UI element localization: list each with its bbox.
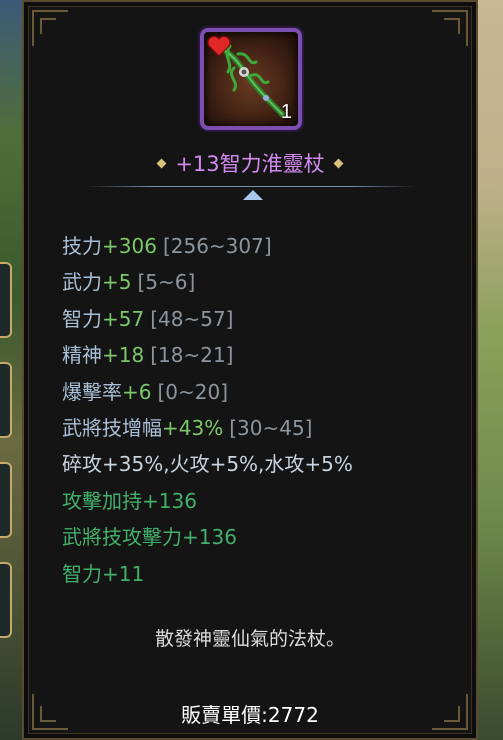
stat-row: 技力+306 [256~307] [62, 228, 353, 264]
item-quantity: 1 [280, 101, 292, 123]
up-arrow-icon [243, 190, 263, 200]
diamond-icon [333, 158, 344, 168]
background-slot [0, 562, 12, 638]
stat-range: [5~6] [137, 270, 196, 295]
stat-value: +5 [102, 270, 132, 295]
item-slot[interactable]: 1 [200, 28, 302, 130]
item-title: +13智力淮靈杖 [24, 148, 476, 178]
stat-row: 爆擊率+6 [0~20] [62, 374, 353, 410]
stats-list: 技力+306 [256~307] 武力+5 [5~6] 智力+57 [48~57] 精… [62, 228, 353, 592]
stat-row: 智力+57 [48~57] [62, 301, 353, 337]
element-attack-stat: 碎攻+35%,火攻+5%,水攻+5% [62, 452, 353, 477]
stat-value: +43% [162, 416, 224, 441]
bonus-stat: 武將技攻擊力+136 [62, 525, 237, 550]
background-slot [0, 262, 12, 338]
item-name-text: +13智力淮靈杖 [175, 152, 325, 176]
stat-range: [256~307] [162, 234, 272, 258]
stat-range: [48~57] [150, 306, 234, 331]
stat-name: 武將技增幅 [62, 416, 162, 441]
bonus-stat: 攻擊加持+136 [62, 488, 197, 513]
stat-row: 武力+5 [5~6] [62, 264, 353, 300]
stat-range: [30~45] [229, 416, 313, 441]
stat-name: 武力 [62, 270, 102, 295]
stat-name: 技力 [62, 234, 102, 258]
frame-corner-ornament [32, 10, 68, 46]
stat-row: 精神+18 [18~21] [62, 337, 353, 373]
sell-price: 販賣單價:2772 [181, 703, 319, 727]
stat-row: 武將技增幅+43% [30~45] [62, 410, 353, 446]
stat-range: [18~21] [150, 343, 234, 368]
item-description: 散發神靈仙氣的法杖。 [154, 628, 345, 650]
frame-corner-ornament [432, 10, 468, 46]
stat-name: 精神 [62, 343, 102, 368]
item-tooltip-panel: 1 +13智力淮靈杖 技力+306 [256~307] 武力+5 [5~6] 智力+… [22, 0, 478, 740]
stat-range: [0~20] [157, 379, 229, 404]
divider [86, 186, 416, 187]
stat-value: +6 [122, 379, 152, 404]
stat-name: 智力 [62, 306, 102, 331]
stat-name: 爆擊率 [62, 379, 122, 404]
stat-value: +18 [102, 343, 145, 368]
bonus-stat: 智力+11 [62, 561, 145, 586]
diamond-icon [156, 158, 167, 168]
background-slot [0, 362, 12, 438]
stat-value: +57 [102, 306, 145, 331]
stat-value: +306 [102, 234, 157, 258]
heart-icon [207, 35, 231, 57]
background-slot [0, 462, 12, 538]
